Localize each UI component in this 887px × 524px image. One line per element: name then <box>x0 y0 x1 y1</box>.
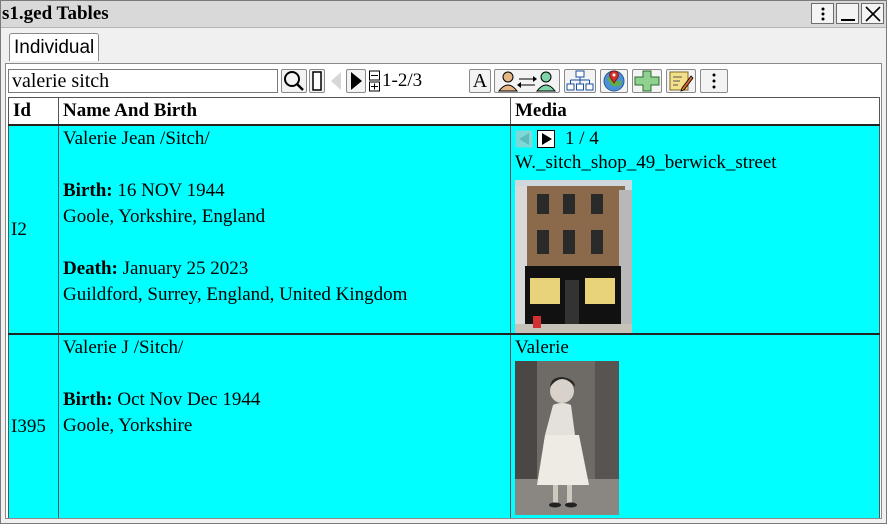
triangle-left-icon <box>331 72 341 90</box>
death-date: January 25 2023 <box>122 258 249 279</box>
birth-date: Oct Nov Dec 1944 <box>117 389 261 410</box>
column-header-name-birth[interactable]: Name And Birth <box>58 97 511 126</box>
individual-panel: valerie sitch 1-2/3 A Id Name And Birth … <box>5 63 882 519</box>
next-record-button[interactable] <box>346 69 366 93</box>
birth-label: Birth: <box>63 389 113 410</box>
media-title: W._sitch_shop_49_berwick_street <box>515 152 777 173</box>
media-thumbnail-portrait[interactable] <box>515 361 619 515</box>
birth-label: Birth: <box>63 180 113 201</box>
death-label: Death: <box>63 258 118 279</box>
name-birth-cell: Valerie J /Sitch/ Birth: Oct Nov Dec 194… <box>58 334 511 518</box>
close-icon <box>864 5 881 22</box>
search-button[interactable] <box>281 69 307 93</box>
media-counter: 1 / 4 <box>565 128 599 149</box>
next-media-icon[interactable] <box>537 130 555 148</box>
edit-note-icon <box>669 71 694 92</box>
individuals-table: Id Name And Birth Media I2 Valerie Jean … <box>8 97 880 518</box>
title-bar: s1.ged Tables <box>1 1 886 28</box>
media-cell: 1 / 4 W._sitch_shop_49_berwick_street <box>510 124 880 335</box>
close-button[interactable] <box>861 3 884 24</box>
media-thumbnail-shop[interactable] <box>515 180 632 333</box>
window-menu-button[interactable] <box>811 3 834 24</box>
media-title: Valerie <box>515 337 569 358</box>
table-row[interactable]: I395 Valerie J /Sitch/ Birth: Oct Nov De… <box>8 334 880 518</box>
kebab-icon <box>712 73 716 89</box>
search-icon <box>284 71 304 91</box>
search-input[interactable]: valerie sitch <box>8 69 278 93</box>
record-count: 1-2/3 <box>382 70 423 91</box>
tab-individual[interactable]: Individual <box>9 33 100 61</box>
window-controls <box>811 3 884 24</box>
previous-record-button[interactable] <box>328 69 344 93</box>
id-cell: I395 <box>8 334 59 518</box>
birth-date: 16 NOV 1944 <box>117 180 225 201</box>
tab-bar: Individual <box>1 28 886 63</box>
column-header-media[interactable]: Media <box>510 97 880 126</box>
column-header-id[interactable]: Id <box>8 97 59 126</box>
minimize-icon <box>840 18 855 21</box>
media-cell: Valerie <box>510 334 880 518</box>
clear-filter-button[interactable] <box>309 69 325 93</box>
toolbar: valerie sitch 1-2/3 A <box>8 67 878 95</box>
window-title: s1.ged Tables <box>2 3 109 24</box>
birth-place: Goole, Yorkshire, England <box>63 206 266 227</box>
rectangle-icon <box>312 71 322 91</box>
minimize-button[interactable] <box>836 3 859 24</box>
table-header-row: Id Name And Birth Media <box>8 97 880 126</box>
people-swap-icon <box>497 71 557 92</box>
table-row[interactable]: I2 Valerie Jean /Sitch/ Birth: 16 NOV 19… <box>8 124 880 335</box>
plus-icon <box>634 70 660 92</box>
triangle-right-icon <box>351 72 362 90</box>
person-name: Valerie J /Sitch/ <box>63 337 184 358</box>
family-tree-icon <box>566 70 594 91</box>
swap-persons-button[interactable] <box>494 69 560 93</box>
kebab-icon <box>821 7 824 20</box>
more-options-button[interactable] <box>700 69 728 93</box>
app-window: s1.ged Tables Individual valerie sitch 1… <box>0 0 887 524</box>
tree-view-button[interactable] <box>564 69 596 93</box>
media-navigator: 1 / 4 <box>515 128 875 150</box>
add-button[interactable] <box>632 69 662 93</box>
person-name: Valerie Jean /Sitch/ <box>63 128 210 149</box>
edit-button[interactable] <box>666 69 696 93</box>
plus-minus-icon <box>368 70 380 92</box>
death-place: Guildford, Surrey, England, United Kingd… <box>63 284 408 305</box>
map-pin-icon <box>603 70 625 92</box>
font-button[interactable]: A <box>469 69 491 93</box>
previous-media-icon[interactable] <box>515 130 533 148</box>
name-birth-cell: Valerie Jean /Sitch/ Birth: 16 NOV 1944 … <box>58 124 511 335</box>
map-button[interactable] <box>600 69 628 93</box>
expand-collapse-button[interactable] <box>368 69 380 93</box>
birth-place: Goole, Yorkshire <box>63 415 193 436</box>
id-cell: I2 <box>8 124 59 335</box>
